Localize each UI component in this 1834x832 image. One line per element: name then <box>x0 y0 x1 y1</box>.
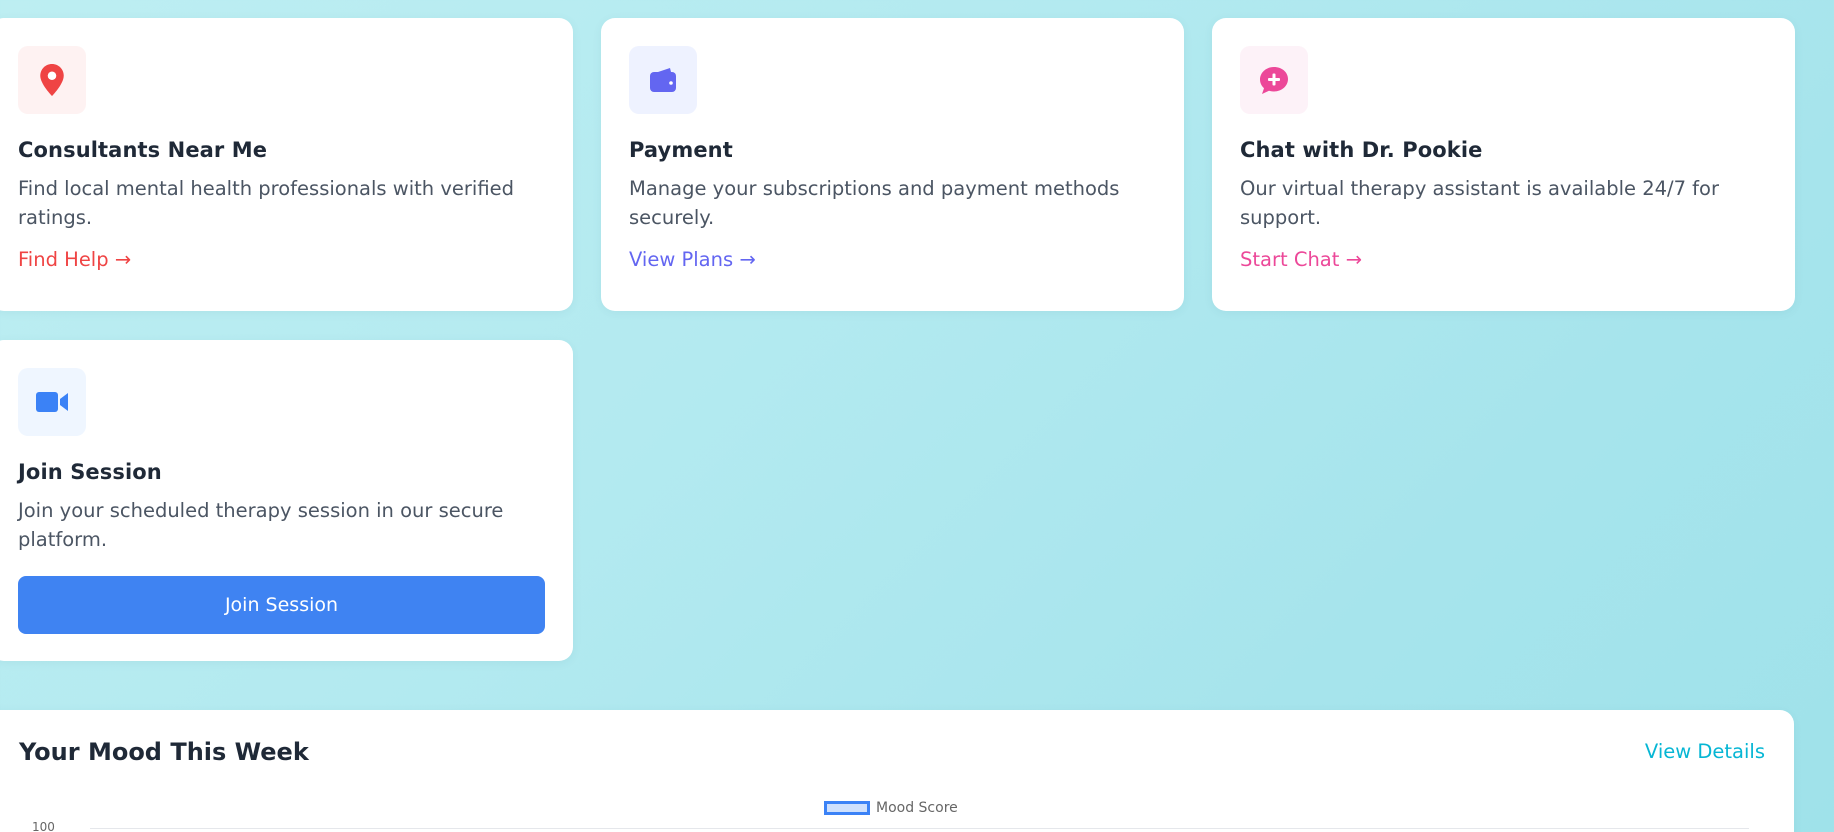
join-session-card: Join Session Join your scheduled therapy… <box>0 340 573 661</box>
payment-description: Manage your subscriptions and payment me… <box>629 177 1120 229</box>
consultants-description: Find local mental health professionals w… <box>18 177 514 229</box>
wallet-icon <box>650 68 676 92</box>
join-session-button[interactable]: Join Session <box>18 576 545 634</box>
chat-title: Chat with Dr. Pookie <box>1240 138 1483 162</box>
start-chat-link[interactable]: Start Chat → <box>1240 248 1362 271</box>
y-tick-label: 100 <box>32 820 55 832</box>
chat-card: Chat with Dr. Pookie Our virtual therapy… <box>1212 18 1795 311</box>
consultants-title: Consultants Near Me <box>18 138 268 162</box>
payment-title: Payment <box>629 138 733 162</box>
legend-swatch <box>824 801 870 815</box>
payment-card: Payment Manage your subscriptions and pa… <box>601 18 1184 311</box>
mood-title: Your Mood This Week <box>19 738 309 766</box>
chat-plus-icon <box>1260 67 1288 94</box>
join-session-title: Join Session <box>18 460 162 484</box>
view-details-link[interactable]: View Details <box>1645 740 1765 763</box>
chat-description: Our virtual therapy assistant is availab… <box>1240 177 1719 229</box>
join-session-description: Join your scheduled therapy session in o… <box>18 499 504 551</box>
legend-label: Mood Score <box>876 800 958 816</box>
chart-gridline <box>90 828 1749 829</box>
consultants-card: Consultants Near Me Find local mental he… <box>0 18 573 311</box>
consultants-icon-box <box>18 46 86 114</box>
chart-legend[interactable]: Mood Score <box>824 800 958 816</box>
mood-chart-card: Your Mood This Week View Details Mood Sc… <box>0 710 1794 832</box>
find-help-link[interactable]: Find Help → <box>18 248 131 271</box>
view-plans-link[interactable]: View Plans → <box>629 248 756 271</box>
location-pin-icon <box>40 64 64 96</box>
session-icon-box <box>18 368 86 436</box>
payment-icon-box <box>629 46 697 114</box>
chat-icon-box <box>1240 46 1308 114</box>
video-camera-icon <box>36 392 68 412</box>
